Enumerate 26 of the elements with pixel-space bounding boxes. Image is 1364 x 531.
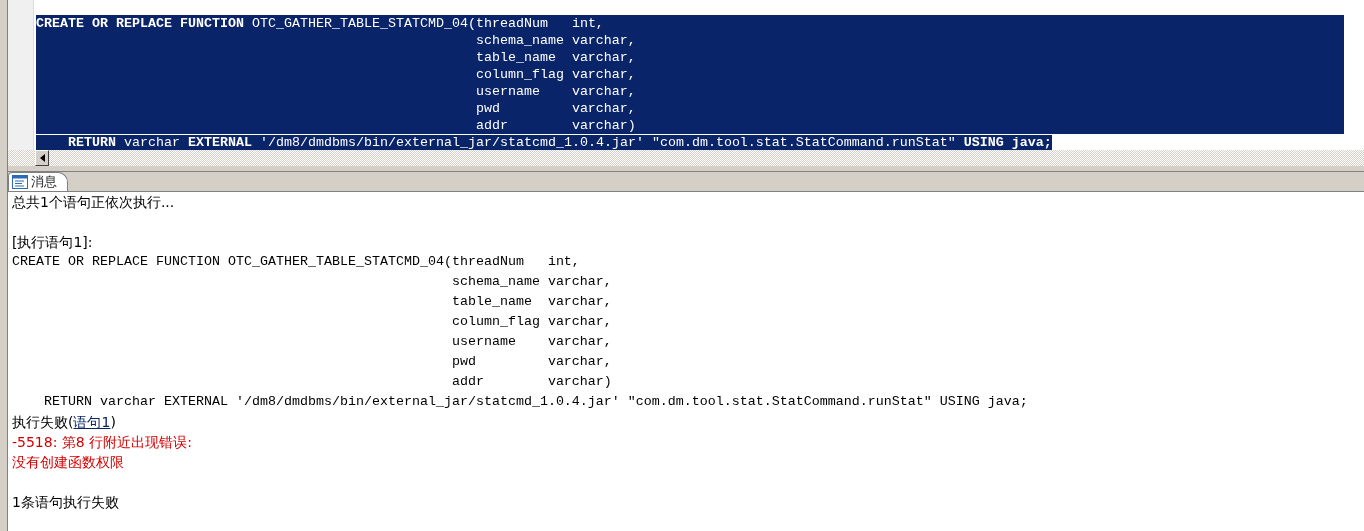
left-arrow-icon bbox=[39, 154, 45, 162]
message-icon bbox=[12, 175, 28, 189]
message-line: 1条语句执行失败 bbox=[12, 493, 120, 512]
message-line: 执行失败(语句1) bbox=[12, 413, 117, 432]
code-line: table_name varchar, bbox=[474, 50, 636, 65]
code-line: addr varchar) bbox=[474, 118, 636, 133]
code-line: RETURN varchar EXTERNAL '/dm8/dmdbms/bin/external_jar/statcmd_1.0.4.jar' "com.dm.tool.stat.StatCommand.runStat" USING java; bbox=[43, 393, 1029, 411]
message-line: [执行语句1]: bbox=[12, 233, 94, 252]
code-line: table_name varchar, bbox=[450, 293, 613, 311]
error-message: 没有创建函数权限 bbox=[12, 453, 125, 472]
code-line: addr varchar) bbox=[450, 373, 613, 391]
statement-link[interactable]: 语句1 bbox=[73, 414, 111, 430]
code-line: username varchar, bbox=[450, 333, 613, 351]
code-line: CREATE OR REPLACE FUNCTION OTC_GATHER_TABLE_STATCMD_04(threadNum int, bbox=[36, 16, 604, 31]
code-line: schema_name varchar, bbox=[450, 273, 613, 291]
code-line: CREATE OR REPLACE FUNCTION OTC_GATHER_TABLE_STATCMD_04(threadNum int, bbox=[12, 253, 581, 271]
scroll-left-button[interactable] bbox=[35, 150, 49, 166]
code-line: username varchar, bbox=[474, 84, 636, 99]
messages-tab[interactable]: 消息 bbox=[8, 172, 68, 191]
code-line: pwd varchar, bbox=[474, 101, 636, 116]
code-line: column_flag varchar, bbox=[474, 67, 636, 82]
code-line: column_flag varchar, bbox=[450, 313, 613, 331]
message-line: 总共1个语句正依次执行... bbox=[12, 193, 176, 212]
code-line: pwd varchar, bbox=[450, 353, 613, 371]
code-line: schema_name varchar, bbox=[474, 33, 636, 48]
error-message: -5518: 第8 行附近出现错误: bbox=[12, 433, 193, 452]
